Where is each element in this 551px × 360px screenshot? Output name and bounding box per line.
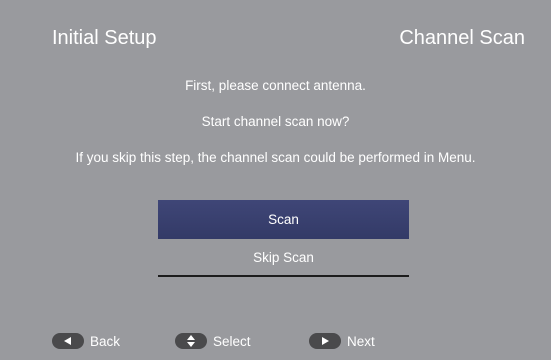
legend-back: Back [52,332,120,350]
scan-button[interactable]: Scan [158,200,409,239]
legend-back-label: Back [90,333,121,349]
page-title: Initial Setup [52,27,157,49]
section-title: Channel Scan [399,27,525,49]
legend-select-label: Select [213,333,251,349]
header: Initial Setup Channel Scan [0,0,551,72]
legend-next: Next [309,332,375,350]
tv-setup-screen: Initial Setup Channel Scan First, please… [0,0,551,360]
up-down-arrow-key-icon [175,333,207,349]
skip-scan-button[interactable]: Skip Scan [158,240,409,277]
legend-select: Select [175,332,251,350]
left-arrow-key-icon [52,333,84,349]
legend-next-label: Next [347,333,375,349]
right-arrow-key-icon [309,333,341,349]
instruction-connect-antenna: First, please connect antenna. [185,78,366,93]
instruction-start-scan: Start channel scan now? [201,114,350,129]
instruction-skip-info: If you skip this step, the channel scan … [75,150,476,165]
